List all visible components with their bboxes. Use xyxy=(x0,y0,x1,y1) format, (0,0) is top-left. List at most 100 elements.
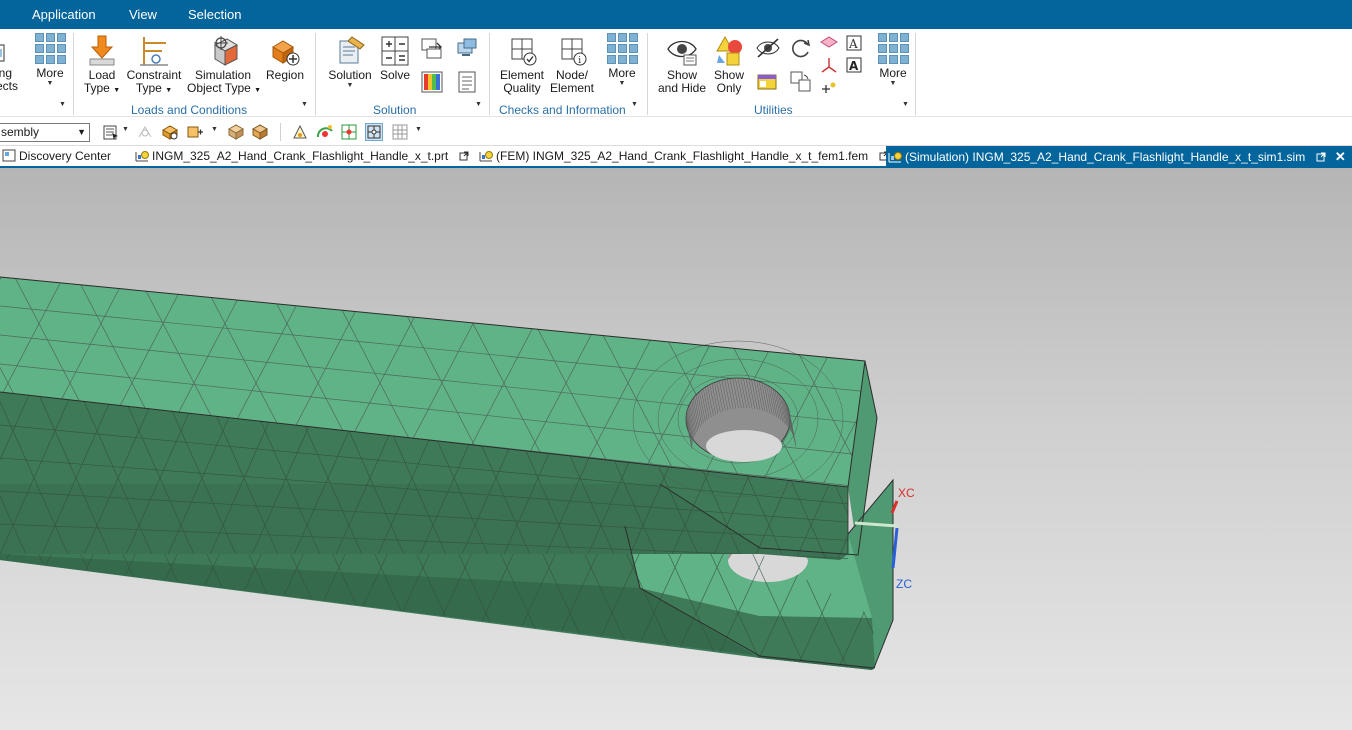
menu-bar: Application View Selection xyxy=(0,0,1352,29)
zc-axis-label: ZC xyxy=(896,577,912,591)
chevron-down-icon: ▼ xyxy=(165,87,173,94)
menu-view[interactable]: View xyxy=(129,7,157,22)
more-grid-icon xyxy=(877,33,909,64)
mesh-edge xyxy=(960,548,1020,678)
replace-view-icon[interactable] xyxy=(790,71,812,93)
snap-grid-icon[interactable] xyxy=(391,123,409,141)
group-expand-caret[interactable]: ▼ xyxy=(59,101,66,108)
chevron-down-icon: ▼ xyxy=(618,80,626,87)
eye-icon xyxy=(666,35,698,67)
solve-calculator-icon xyxy=(379,35,411,67)
toolbar-separator xyxy=(280,123,281,141)
more-button-1[interactable]: More ▼ xyxy=(31,33,69,88)
element-quality-icon xyxy=(506,35,538,67)
group-separator xyxy=(647,33,648,115)
group-separator xyxy=(489,33,490,115)
select-body-icon[interactable] xyxy=(161,123,179,141)
discovery-center-icon xyxy=(2,148,16,162)
chevron-down-icon: ▼ xyxy=(254,87,262,94)
mesh-edge xyxy=(0,554,13,670)
mesh-edge xyxy=(918,548,978,678)
fem-mesh-model xyxy=(0,268,1060,678)
window-layout-icon[interactable] xyxy=(756,71,778,93)
group-expand-caret[interactable]: ▼ xyxy=(475,101,482,108)
group-expand-caret[interactable]: ▼ xyxy=(631,101,638,108)
mesh-edge xyxy=(960,548,1020,678)
node-element-button[interactable]: i Node/ Element xyxy=(549,35,595,95)
svg-text:A: A xyxy=(848,37,858,51)
simulation-object-type-button[interactable]: Simulation Object Type ▼ xyxy=(187,35,262,97)
constraint-icon xyxy=(138,35,170,67)
group-label-checks: Checks and Information xyxy=(499,103,626,117)
mesh-edge xyxy=(878,268,998,498)
close-tab-icon[interactable]: ✕ xyxy=(1335,146,1346,167)
region-button[interactable]: Region xyxy=(263,35,307,82)
select-component-icon[interactable] xyxy=(186,123,204,141)
xc-axis-label: XC xyxy=(898,486,915,500)
tab-fem-file[interactable]: (FEM) INGM_325_A2_Hand_Crank_Flashlight_… xyxy=(477,146,889,167)
annotation-icon[interactable]: A xyxy=(846,35,862,51)
svg-text:A: A xyxy=(849,59,859,73)
wireframe-box-icon[interactable] xyxy=(227,123,245,141)
mesh-edge xyxy=(918,548,978,678)
group-separator xyxy=(915,33,916,115)
mesh-edge xyxy=(918,388,998,568)
document-tabs: Discovery Center INGM_325_A2_Hand_Crank_… xyxy=(0,146,1352,168)
graphics-viewport[interactable]: XC ZC xyxy=(0,168,1352,730)
load-type-button[interactable]: Load Type ▼ xyxy=(82,35,122,97)
more-grid-icon xyxy=(606,33,638,64)
solve-button[interactable]: Solve xyxy=(378,35,412,82)
tab-part-file[interactable]: INGM_325_A2_Hand_Crank_Flashlight_Handle… xyxy=(133,146,469,167)
mesh-edge xyxy=(878,268,998,498)
point-icon[interactable] xyxy=(820,81,838,95)
more-grid-icon xyxy=(34,33,66,64)
chevron-down-icon: ▼ xyxy=(46,80,54,87)
hide-eye-icon[interactable] xyxy=(756,37,780,59)
group-separator xyxy=(73,33,74,115)
solution-button[interactable]: Solution ▼ xyxy=(326,35,374,90)
snap-point-icon[interactable] xyxy=(291,123,309,141)
open-external-icon[interactable] xyxy=(1316,148,1326,162)
mesh-edge xyxy=(0,554,55,670)
tab-simulation-file[interactable]: (Simulation) INGM_325_A2_Hand_Crank_Flas… xyxy=(886,146,1352,167)
menu-application[interactable]: Application xyxy=(32,7,96,22)
show-only-shapes-icon xyxy=(713,35,745,67)
chevron-down-icon: ▼ xyxy=(77,127,86,137)
results-colorbar-icon[interactable] xyxy=(421,71,443,93)
snap-node-icon[interactable] xyxy=(365,123,383,141)
group-expand-caret[interactable]: ▼ xyxy=(301,101,308,108)
mesh-edge xyxy=(940,268,1060,498)
node-element-info-icon: i xyxy=(556,35,588,67)
part-file-icon xyxy=(135,148,149,162)
csys-icon[interactable] xyxy=(820,57,838,73)
text-icon[interactable]: A xyxy=(846,57,862,73)
chevron-down-icon: ▼ xyxy=(346,82,354,89)
cut-off-ribbon-button[interactable]: ing ects xyxy=(0,35,20,93)
solution-monitor-icon[interactable] xyxy=(421,37,443,59)
report-icon[interactable] xyxy=(456,71,478,93)
constraint-type-button[interactable]: Constraint Type ▼ xyxy=(125,35,183,97)
show-only-button[interactable]: Show Only xyxy=(710,35,748,95)
mesh-edge xyxy=(940,268,1060,498)
remote-solve-icon[interactable] xyxy=(456,37,478,59)
region-icon xyxy=(269,35,301,67)
more-button-3[interactable]: More ▼ xyxy=(874,33,912,88)
snap-arc-center-icon[interactable] xyxy=(316,123,334,141)
ribbon: ing ects More ▼ ▼ Load Type ▼ Constraint… xyxy=(0,29,1352,117)
element-quality-button[interactable]: Element Quality xyxy=(499,35,545,95)
type-filter-select[interactable]: sembly ▼ xyxy=(0,123,90,142)
mesh-edge xyxy=(960,388,1040,568)
plane-icon[interactable] xyxy=(820,35,838,49)
menu-selection[interactable]: Selection xyxy=(188,7,241,22)
show-and-hide-button[interactable]: Show and Hide xyxy=(656,35,708,95)
snap-grid-red-icon[interactable] xyxy=(340,123,358,141)
shaded-box-icon[interactable] xyxy=(251,123,269,141)
refresh-icon[interactable] xyxy=(790,37,812,59)
more-button-2[interactable]: More ▼ xyxy=(603,33,641,88)
tab-discovery-center[interactable]: Discovery Center xyxy=(0,146,111,167)
group-expand-caret[interactable]: ▼ xyxy=(902,101,909,108)
general-selection-filter-icon[interactable] xyxy=(102,123,120,141)
open-external-icon[interactable] xyxy=(459,147,469,161)
selection-toolbar: sembly ▼ ▼ ▼ ▼ xyxy=(0,118,1352,146)
simulation-file-icon xyxy=(888,149,902,163)
